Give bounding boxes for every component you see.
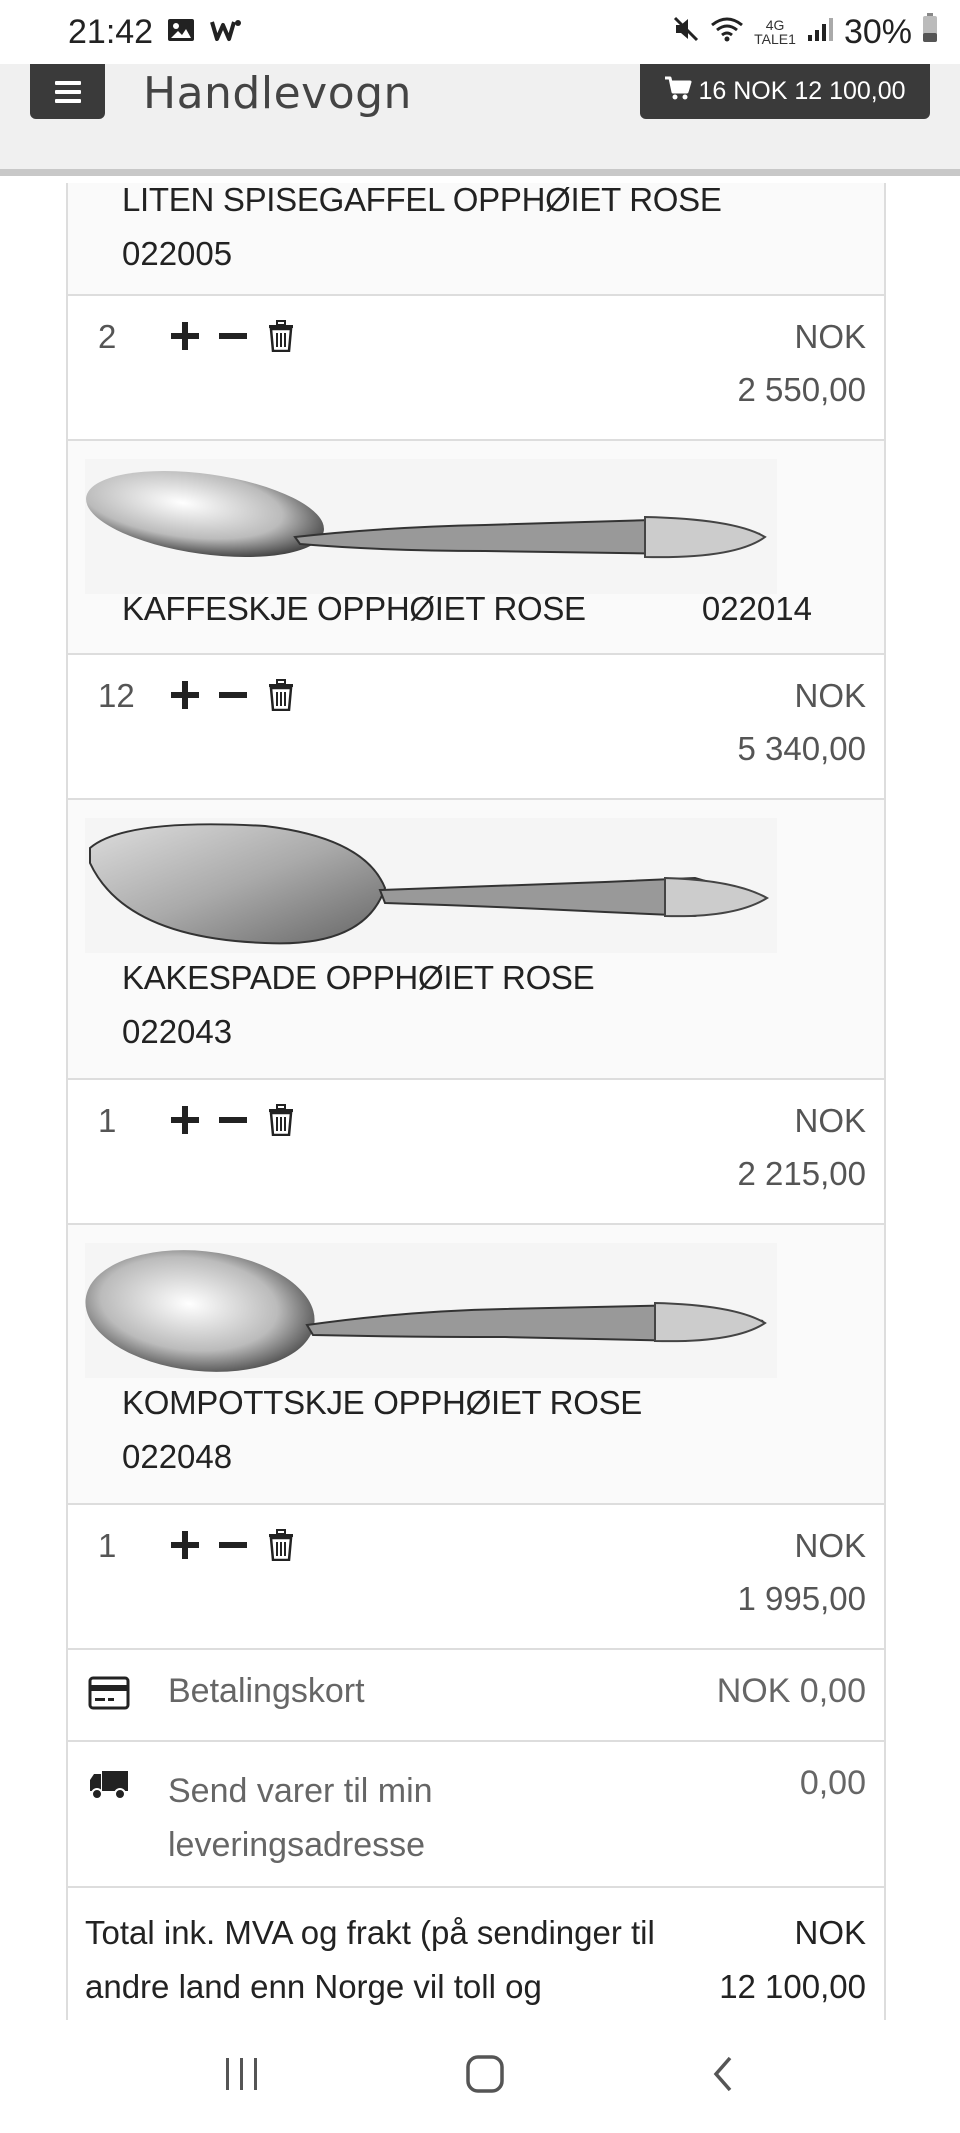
cart-list: LITEN SPISEGAFFEL OPPHØIET ROSE 022005 2… bbox=[66, 181, 886, 2028]
cart-summary: 16 NOK 12 100,00 bbox=[698, 77, 906, 105]
product-code: 022048 bbox=[122, 1438, 233, 1475]
product-row: KAFFESKJE OPPHØIET ROSE 022014 bbox=[66, 441, 886, 655]
signal-icon bbox=[806, 13, 834, 52]
shipping-method-label: Send varer til min leveringsadresse bbox=[168, 1772, 433, 1864]
product-row: LITEN SPISEGAFFEL OPPHØIET ROSE 022005 bbox=[66, 181, 886, 296]
menu-button[interactable] bbox=[30, 64, 105, 119]
total-row: Total ink. MVA og frakt (på sendinger ti… bbox=[66, 1888, 886, 2028]
plus-icon[interactable] bbox=[168, 1102, 202, 1138]
quantity-value: 2 bbox=[98, 318, 117, 355]
plus-icon[interactable] bbox=[168, 318, 202, 354]
wifi-icon bbox=[710, 13, 744, 52]
trash-icon[interactable] bbox=[264, 677, 298, 713]
recent-apps-icon[interactable] bbox=[222, 2056, 262, 2097]
shipping-fee: 0,00 bbox=[799, 1764, 866, 1802]
trash-icon[interactable] bbox=[264, 1102, 298, 1138]
minus-icon[interactable] bbox=[216, 677, 250, 713]
page-title: Handlevogn bbox=[143, 68, 412, 119]
shipping-row: Send varer til min leveringsadresse 0,00 bbox=[66, 1742, 886, 1888]
product-name: KAFFESKJE OPPHØIET ROSE bbox=[122, 590, 586, 627]
quantity-row: 1 NOK 2 215,00 bbox=[66, 1080, 886, 1225]
truck-icon bbox=[88, 1768, 130, 1807]
line-total: 2 215,00 bbox=[737, 1155, 866, 1192]
line-total: 5 340,00 bbox=[737, 730, 866, 767]
network-indicator: 4G TALE1 bbox=[754, 17, 796, 47]
price-currency: NOK bbox=[794, 318, 866, 355]
trash-icon[interactable] bbox=[264, 1527, 298, 1563]
product-code: 022005 bbox=[122, 235, 233, 272]
price-currency: NOK bbox=[794, 677, 866, 714]
quantity-value: 12 bbox=[98, 677, 135, 714]
product-image[interactable] bbox=[85, 818, 777, 953]
quantity-row: 1 NOK 1 995,00 bbox=[66, 1505, 886, 1650]
plus-icon[interactable] bbox=[168, 677, 202, 713]
total-value: 12 100,00 bbox=[719, 1968, 866, 2005]
product-name: KOMPOTTSKJE OPPHØIET ROSE bbox=[122, 1384, 642, 1421]
minus-icon[interactable] bbox=[216, 318, 250, 354]
trash-icon[interactable] bbox=[264, 318, 298, 354]
line-total: 2 550,00 bbox=[737, 371, 866, 408]
battery-icon bbox=[922, 12, 938, 52]
line-total: 1 995,00 bbox=[737, 1580, 866, 1617]
price-currency: NOK bbox=[794, 1102, 866, 1139]
w-app-icon bbox=[209, 13, 243, 52]
back-icon[interactable] bbox=[708, 2054, 738, 2099]
product-image[interactable] bbox=[85, 1243, 777, 1378]
clock: 21:42 bbox=[68, 12, 154, 51]
battery-percent: 30% bbox=[843, 12, 912, 51]
product-image[interactable] bbox=[85, 459, 777, 594]
cart-button[interactable]: 16 NOK 12 100,00 bbox=[640, 64, 930, 119]
quantity-row: 12 NOK 5 340,00 bbox=[66, 655, 886, 800]
payment-method-label: Betalingskort bbox=[168, 1672, 365, 1710]
cake-server-image bbox=[89, 823, 769, 945]
product-code: 022014 bbox=[701, 590, 812, 627]
total-currency: NOK bbox=[794, 1914, 866, 1951]
total-label: Total ink. MVA og frakt (på sendinger ti… bbox=[85, 1914, 655, 2005]
system-nav-bar bbox=[0, 2020, 960, 2133]
product-name: LITEN SPISEGAFFEL OPPHØIET ROSE bbox=[122, 181, 722, 218]
status-bar: 21:42 4G TALE1 30% bbox=[0, 0, 960, 64]
payment-row: Betalingskort NOK 0,00 bbox=[66, 1650, 886, 1742]
quantity-value: 1 bbox=[98, 1102, 117, 1139]
product-row: KOMPOTTSKJE OPPHØIET ROSE 022048 bbox=[66, 1225, 886, 1505]
product-name: KAKESPADE OPPHØIET ROSE bbox=[122, 959, 595, 996]
cart-icon bbox=[664, 75, 692, 108]
payment-fee: NOK 0,00 bbox=[716, 1672, 866, 1710]
plus-icon[interactable] bbox=[168, 1527, 202, 1563]
compote-spoon-image bbox=[85, 1250, 767, 1372]
image-icon bbox=[167, 13, 195, 52]
minus-icon[interactable] bbox=[216, 1102, 250, 1138]
quantity-value: 1 bbox=[98, 1527, 117, 1564]
home-icon[interactable] bbox=[465, 2054, 505, 2099]
product-code: 022043 bbox=[122, 1013, 233, 1050]
minus-icon[interactable] bbox=[216, 1527, 250, 1563]
app-header: Handlevogn 16 NOK 12 100,00 bbox=[0, 64, 960, 176]
product-row: KAKESPADE OPPHØIET ROSE 022043 bbox=[66, 800, 886, 1080]
credit-card-icon bbox=[88, 1676, 130, 1715]
coffee-spoon-image bbox=[86, 471, 767, 559]
quantity-row: 2 NOK 2 550,00 bbox=[66, 296, 886, 441]
mute-icon bbox=[672, 13, 700, 52]
price-currency: NOK bbox=[794, 1527, 866, 1564]
hamburger-icon bbox=[54, 80, 81, 85]
